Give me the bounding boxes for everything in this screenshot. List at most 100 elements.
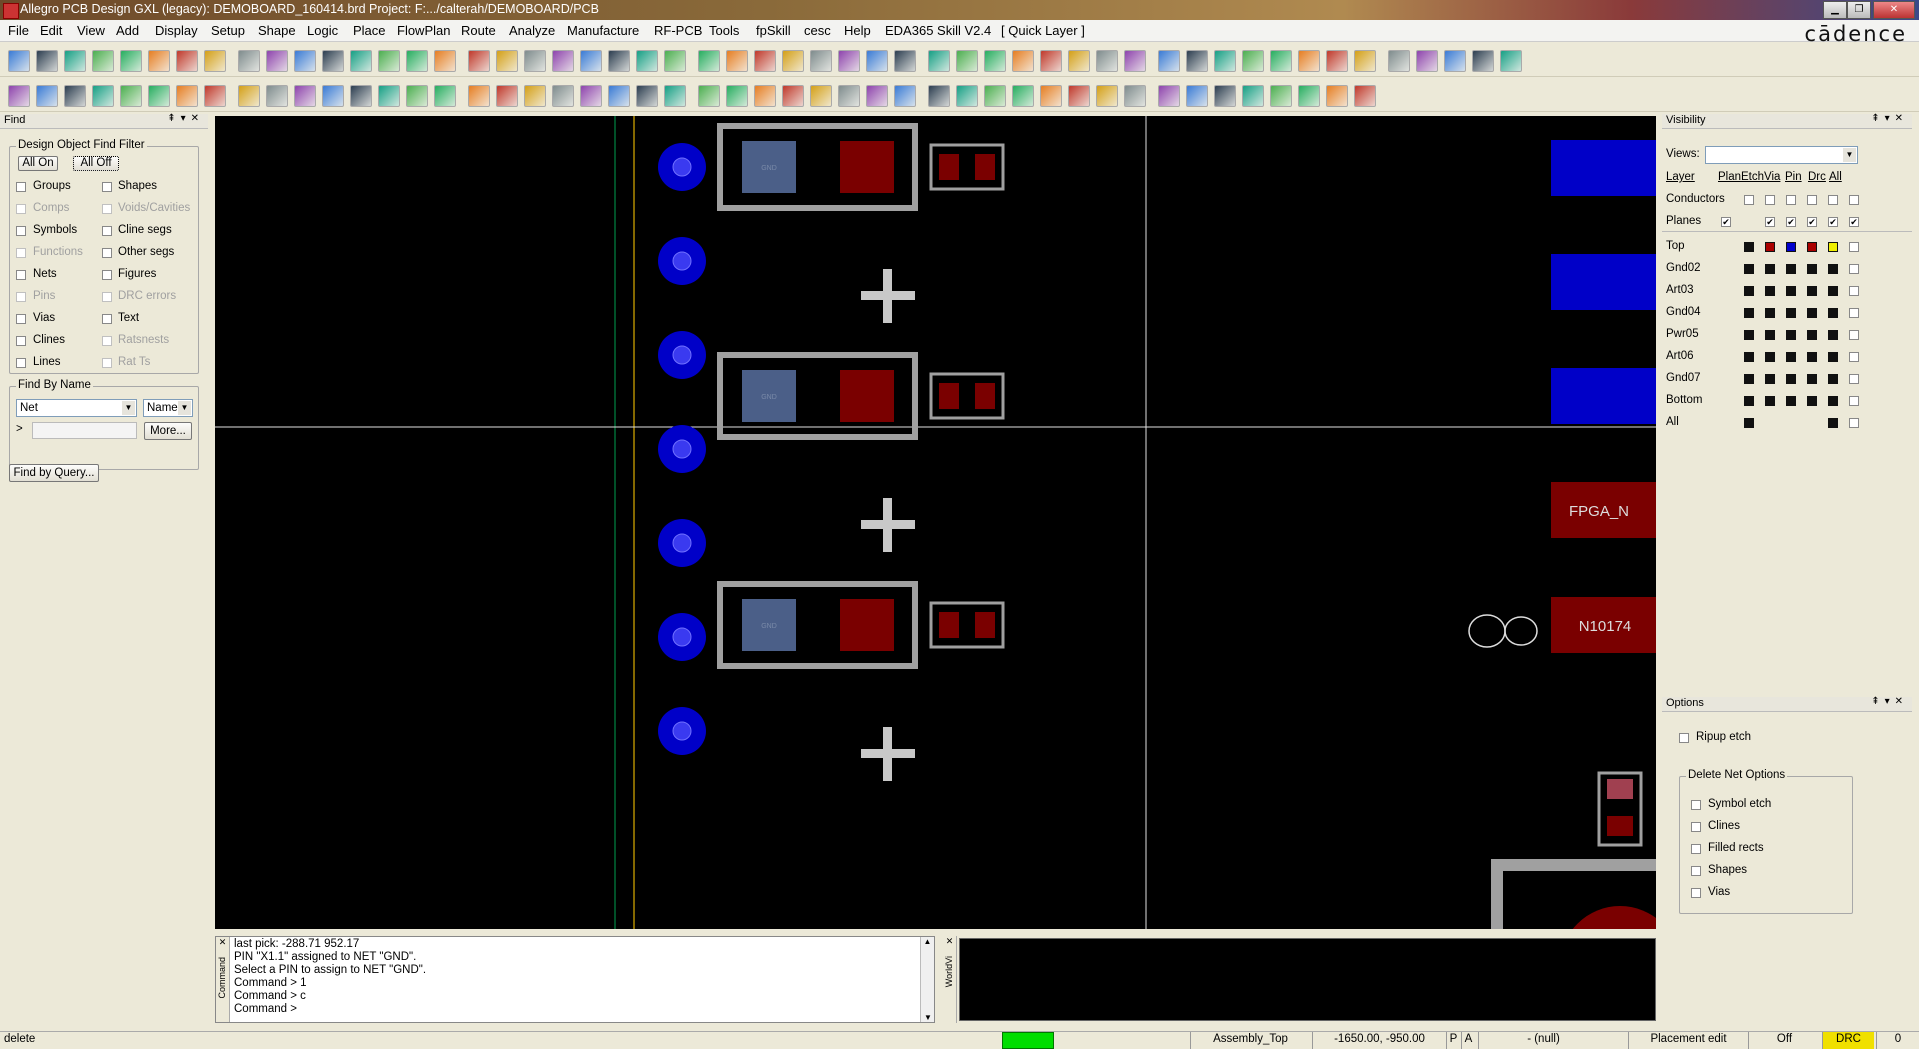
filter-checkbox[interactable] (102, 336, 112, 346)
layer-visibility-checkbox[interactable] (1807, 330, 1817, 340)
layer-visibility-checkbox[interactable] (1828, 418, 1838, 428)
menu-setup[interactable]: Setup (211, 23, 245, 38)
toolbar-button[interactable] (120, 85, 142, 107)
conductors-checkbox[interactable] (1849, 195, 1859, 205)
toolbar-button[interactable] (378, 50, 400, 72)
layer-visibility-checkbox[interactable] (1849, 308, 1859, 318)
worldview-close-icon[interactable]: ✕ (943, 936, 956, 947)
filter-checkbox[interactable] (102, 292, 112, 302)
toolbar-button[interactable] (120, 50, 142, 72)
toolbar-button[interactable] (1298, 85, 1320, 107)
toolbar-button[interactable] (1416, 50, 1438, 72)
visibility-column-header[interactable]: Plan (1718, 171, 1741, 183)
find-by-query-button[interactable]: Find by Query... (9, 464, 99, 482)
toolbar-button[interactable] (810, 85, 832, 107)
world-view-canvas[interactable] (959, 938, 1656, 1021)
toolbar-button[interactable] (294, 50, 316, 72)
layer-visibility-checkbox[interactable] (1765, 374, 1775, 384)
toolbar-button[interactable] (8, 85, 30, 107)
toolbar-button[interactable] (294, 85, 316, 107)
toolbar-button[interactable] (698, 85, 720, 107)
toolbar-button[interactable] (1124, 50, 1146, 72)
layer-visibility-checkbox[interactable] (1849, 352, 1859, 362)
layer-visibility-checkbox[interactable] (1828, 396, 1838, 406)
toolbar-button[interactable] (956, 85, 978, 107)
delete-option-checkbox[interactable] (1691, 822, 1701, 832)
toolbar-button[interactable] (984, 50, 1006, 72)
toolbar-button[interactable] (1354, 85, 1376, 107)
all-on-button[interactable]: All On (18, 156, 58, 171)
menu-rf-pcb[interactable]: RF-PCB (654, 23, 702, 38)
filter-checkbox[interactable] (102, 226, 112, 236)
toolbar-button[interactable] (1354, 50, 1376, 72)
layer-visibility-checkbox[interactable] (1744, 352, 1754, 362)
toolbar-button[interactable] (810, 50, 832, 72)
all-off-button[interactable]: All Off (73, 156, 119, 171)
visibility-column-header[interactable]: All (1829, 171, 1842, 183)
toolbar-button[interactable] (266, 85, 288, 107)
panel-controls-icon[interactable]: ⇞▾✕ (1871, 113, 1908, 124)
toolbar-button[interactable] (64, 50, 86, 72)
menu-place[interactable]: Place (353, 23, 386, 38)
toolbar-button[interactable] (434, 50, 456, 72)
layer-visibility-checkbox[interactable] (1849, 330, 1859, 340)
toolbar-button[interactable] (1012, 50, 1034, 72)
menu-add[interactable]: Add (116, 23, 139, 38)
ripup-etch-checkbox[interactable] (1679, 733, 1689, 743)
layer-visibility-checkbox[interactable] (1849, 374, 1859, 384)
toolbar-button[interactable] (1444, 50, 1466, 72)
toolbar-button[interactable] (928, 85, 950, 107)
layer-visibility-checkbox[interactable] (1786, 352, 1796, 362)
layer-visibility-checkbox[interactable] (1744, 330, 1754, 340)
layer-visibility-checkbox[interactable] (1807, 242, 1817, 252)
toolbar-button[interactable] (1186, 85, 1208, 107)
layer-visibility-checkbox[interactable] (1807, 264, 1817, 274)
minimize-button[interactable]: ▁ (1823, 1, 1847, 19)
visibility-column-header[interactable]: Etch (1741, 171, 1764, 183)
toolbar-button[interactable] (782, 85, 804, 107)
layer-visibility-checkbox[interactable] (1786, 374, 1796, 384)
find-type-select[interactable]: Net ▼ (16, 399, 137, 417)
toolbar-button[interactable] (1270, 50, 1292, 72)
toolbar-button[interactable] (350, 85, 372, 107)
menu-manufacture[interactable]: Manufacture (567, 23, 639, 38)
toolbar-button[interactable] (552, 50, 574, 72)
layer-visibility-checkbox[interactable] (1744, 396, 1754, 406)
status-mode[interactable]: Placement edit (1628, 1032, 1748, 1049)
layer-visibility-checkbox[interactable] (1807, 374, 1817, 384)
find-name-input[interactable] (32, 422, 137, 439)
toolbar-button[interactable] (1298, 50, 1320, 72)
toolbar-button[interactable] (1242, 85, 1264, 107)
toolbar-button[interactable] (176, 50, 198, 72)
layer-visibility-checkbox[interactable] (1744, 308, 1754, 318)
menu-flowplan[interactable]: FlowPlan (397, 23, 450, 38)
toolbar-button[interactable] (928, 50, 950, 72)
toolbar-button[interactable] (664, 85, 686, 107)
toolbar-button[interactable] (1040, 85, 1062, 107)
layer-visibility-checkbox[interactable] (1828, 330, 1838, 340)
toolbar-button[interactable] (1214, 50, 1236, 72)
layer-visibility-checkbox[interactable] (1828, 242, 1838, 252)
conductors-checkbox[interactable] (1786, 195, 1796, 205)
status-a-button[interactable]: A (1461, 1032, 1475, 1049)
panel-controls-icon[interactable]: ⇞▾✕ (1871, 696, 1908, 707)
menu-route[interactable]: Route (461, 23, 496, 38)
toolbar-button[interactable] (524, 85, 546, 107)
toolbar-button[interactable] (698, 50, 720, 72)
toolbar-button[interactable] (434, 85, 456, 107)
toolbar-button[interactable] (1500, 50, 1522, 72)
layer-visibility-checkbox[interactable] (1849, 396, 1859, 406)
planes-checkbox[interactable]: ✔ (1849, 217, 1859, 227)
menu-fpskill[interactable]: fpSkill (756, 23, 791, 38)
toolbar-button[interactable] (1326, 50, 1348, 72)
toolbar-button[interactable] (726, 85, 748, 107)
toolbar-button[interactable] (176, 85, 198, 107)
toolbar-button[interactable] (1096, 50, 1118, 72)
layer-visibility-checkbox[interactable] (1765, 308, 1775, 318)
toolbar-button[interactable] (782, 50, 804, 72)
status-active-subclass[interactable]: Assembly_Top (1190, 1032, 1310, 1049)
layer-visibility-checkbox[interactable] (1828, 352, 1838, 362)
layer-visibility-checkbox[interactable] (1744, 374, 1754, 384)
command-console[interactable]: ✕ Command last pick: -288.71 952.17 PIN "… (215, 936, 935, 1023)
toolbar-button[interactable] (36, 50, 58, 72)
